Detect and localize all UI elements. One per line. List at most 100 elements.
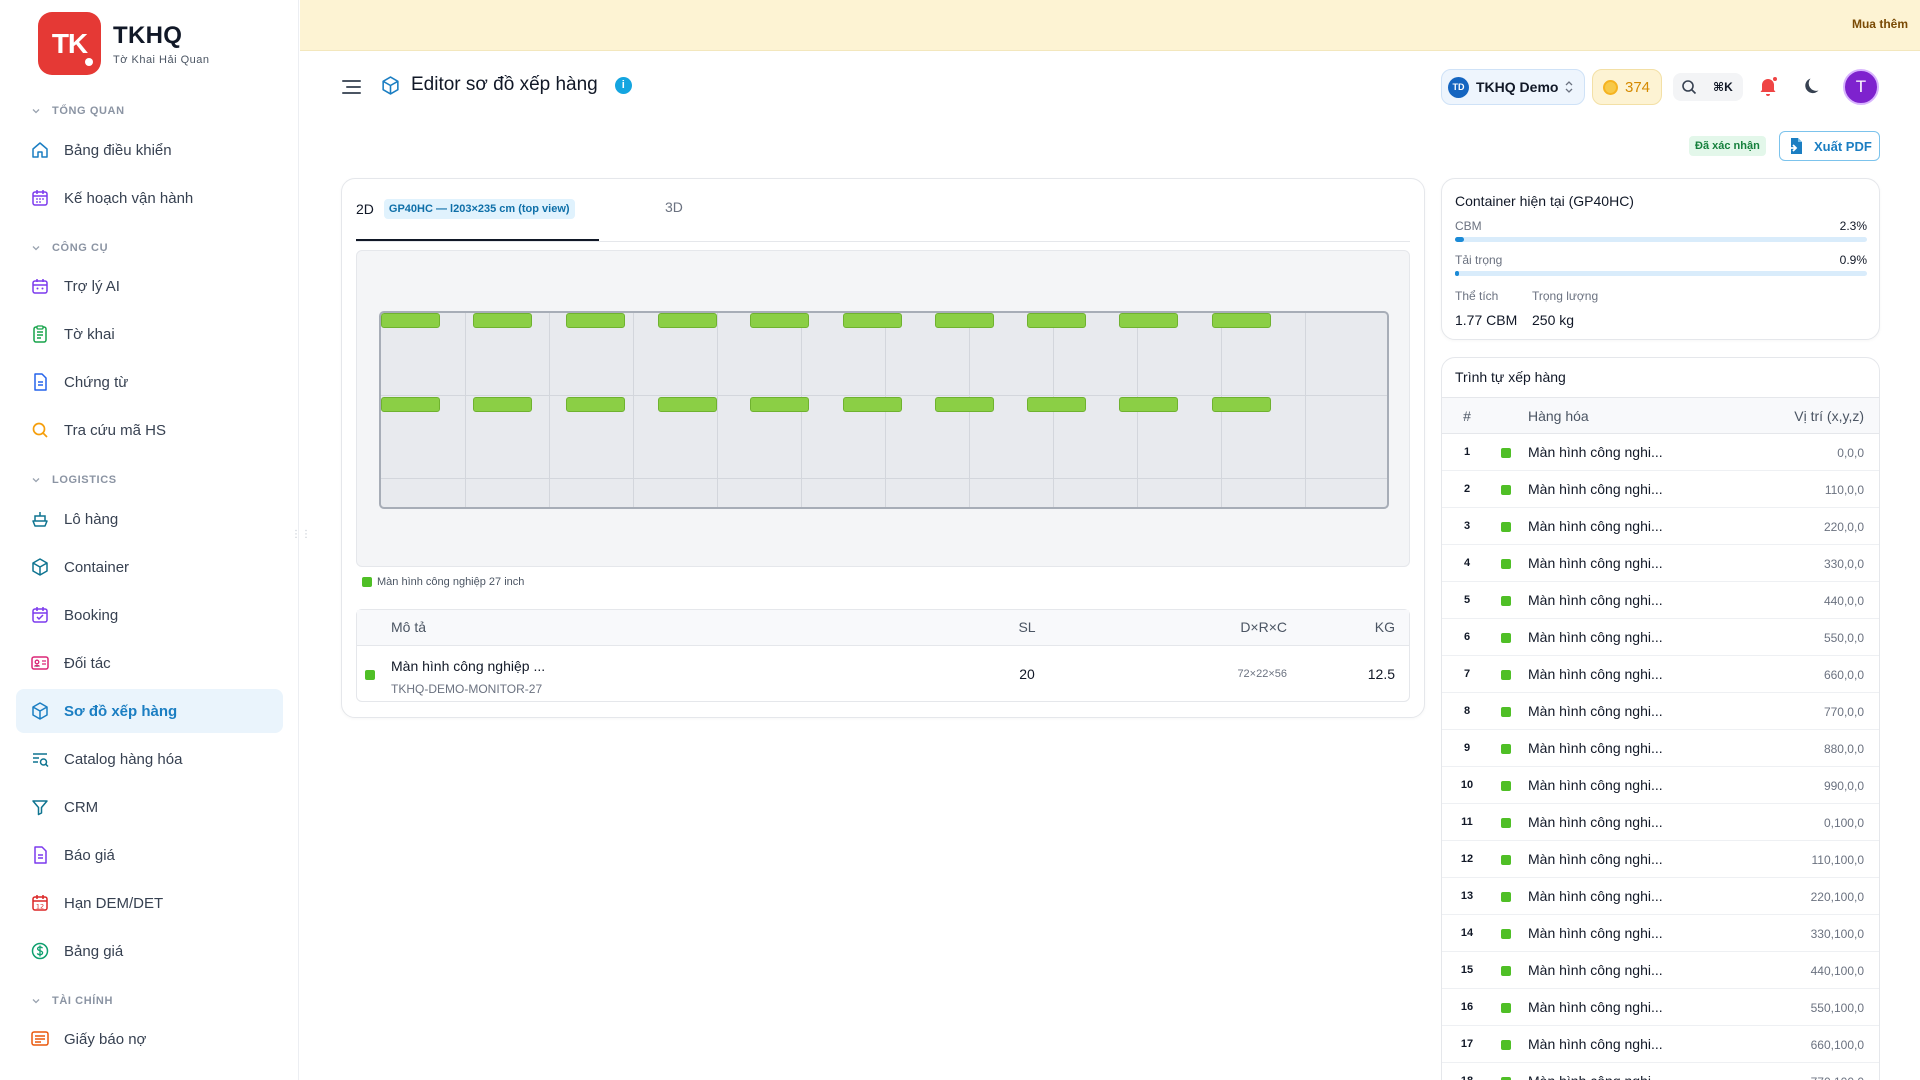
sequence-item-name: Màn hình công nghi...: [1528, 555, 1663, 571]
cargo-box[interactable]: [1027, 397, 1087, 412]
sequence-row[interactable]: 14 Màn hình công nghi... 330,100,0: [1442, 915, 1879, 952]
cargo-box[interactable]: [473, 313, 533, 328]
menu-toggle-icon[interactable]: [341, 78, 363, 96]
item-color-swatch: [1501, 855, 1511, 865]
sidebar-resize-handle[interactable]: ⋮⋮: [291, 530, 311, 548]
sidebar-item-booking[interactable]: Booking: [16, 593, 283, 637]
sidebar-item-crm[interactable]: CRM: [16, 785, 283, 829]
sequence-row[interactable]: 9 Màn hình công nghi... 880,0,0: [1442, 730, 1879, 767]
cargo-box[interactable]: [1027, 313, 1087, 328]
table-row[interactable]: Màn hình công nghiệp ... TKHQ-DEMO-MONIT…: [357, 646, 1409, 703]
col-position: Vị trí (x,y,z): [1794, 408, 1864, 424]
weight-stat: Trọng lượng 250 kg: [1532, 289, 1598, 328]
buy-more-link[interactable]: Mua thêm: [1852, 17, 1908, 31]
cargo-box[interactable]: [934, 397, 994, 412]
tab-2d[interactable]: 2D GP40HC — l203×235 cm (top view): [356, 199, 575, 219]
sidebar-item-documents[interactable]: Chứng từ: [16, 360, 283, 404]
item-color-swatch: [1501, 596, 1511, 606]
cargo-box[interactable]: [381, 313, 440, 328]
bell-icon[interactable]: [1757, 75, 1779, 97]
section-tai-chinh[interactable]: TÀI CHÍNH: [30, 995, 113, 1007]
sequence-row[interactable]: 12 Màn hình công nghi... 110,100,0: [1442, 841, 1879, 878]
sequence-row[interactable]: 16 Màn hình công nghi... 550,100,0: [1442, 989, 1879, 1026]
section-cong-cu[interactable]: CÔNG CỤ: [30, 242, 108, 254]
brand[interactable]: TK TKHQ Tờ Khai Hải Quan: [38, 12, 210, 75]
section-tong-quan[interactable]: TỔNG QUAN: [30, 105, 125, 117]
col-dims: D×R×C: [1240, 619, 1287, 635]
sequence-row[interactable]: 2 Màn hình công nghi... 110,0,0: [1442, 471, 1879, 508]
cargo-box[interactable]: [1211, 397, 1271, 412]
cargo-box[interactable]: [1211, 313, 1271, 328]
sidebar-item-price-list[interactable]: Bảng giá: [16, 929, 283, 973]
sequence-position: 220,0,0: [1823, 520, 1864, 534]
user-avatar[interactable]: T: [1843, 69, 1879, 105]
layout-canvas[interactable]: [356, 250, 1410, 567]
sequence-row[interactable]: 8 Màn hình công nghi... 770,0,0: [1442, 693, 1879, 730]
cargo-box[interactable]: [1119, 397, 1179, 412]
sidebar-item-partners[interactable]: Đối tác: [16, 641, 283, 685]
sequence-number: 13: [1460, 890, 1474, 902]
loading-sequence-card: Trình tự xếp hàng # Hàng hóa Vị trí (x,y…: [1441, 357, 1880, 1080]
cargo-box[interactable]: [565, 397, 625, 412]
sequence-row[interactable]: 17 Màn hình công nghi... 660,100,0: [1442, 1026, 1879, 1063]
sequence-position: 770,100,0: [1811, 1075, 1864, 1080]
sequence-row[interactable]: 10 Màn hình công nghi... 990,0,0: [1442, 767, 1879, 804]
sidebar-item-declaration[interactable]: Tờ khai: [16, 312, 283, 356]
sequence-position: 550,100,0: [1810, 1001, 1864, 1015]
cargo-box[interactable]: [842, 313, 902, 328]
sidebar-item-hs-lookup[interactable]: Tra cứu mã HS: [16, 408, 283, 452]
item-sku: TKHQ-DEMO-MONITOR-27: [391, 682, 543, 696]
tab-3d[interactable]: 3D: [665, 199, 683, 215]
sidebar-item-label: Hạn DEM/DET: [64, 894, 164, 912]
export-pdf-button[interactable]: Xuất PDF: [1779, 131, 1880, 161]
sidebar-item-debit-note[interactable]: Giấy báo nợ: [16, 1017, 283, 1061]
sidebar-item-shipments[interactable]: Lô hàng: [16, 497, 283, 541]
cargo-box[interactable]: [750, 313, 810, 328]
sidebar-item-ai-assistant[interactable]: Trợ lý AI: [16, 264, 283, 308]
search-button[interactable]: ⌘K: [1673, 73, 1743, 101]
box-icon: [382, 75, 399, 95]
sequence-row[interactable]: 5 Màn hình công nghi... 440,0,0: [1442, 582, 1879, 619]
moon-icon[interactable]: [1803, 75, 1825, 97]
cargo-box[interactable]: [381, 397, 440, 412]
cargo-box[interactable]: [473, 397, 533, 412]
coin-balance[interactable]: 374: [1592, 69, 1662, 105]
info-icon[interactable]: i: [614, 76, 632, 94]
sequence-row[interactable]: 13 Màn hình công nghi... 220,100,0: [1442, 878, 1879, 915]
section-logistics[interactable]: LOGISTICS: [30, 474, 117, 486]
volume-stat: Thể tích 1.77 CBM: [1455, 289, 1517, 328]
cargo-box[interactable]: [842, 397, 902, 412]
weight-label: Trọng lượng: [1532, 289, 1599, 303]
account-switcher[interactable]: TD TKHQ Demo: [1441, 69, 1585, 105]
sidebar-item-label: Container: [64, 558, 130, 576]
sidebar-item-label: Lô hàng: [64, 510, 119, 528]
cargo-box[interactable]: [934, 313, 994, 328]
sequence-row[interactable]: 6 Màn hình công nghi... 550,0,0: [1442, 619, 1879, 656]
cargo-box[interactable]: [657, 313, 717, 328]
sidebar-item-operations-plan[interactable]: Kế hoạch vận hành: [16, 176, 283, 220]
sidebar-item-dashboard[interactable]: Bảng điều khiển: [16, 128, 283, 172]
load-label: Tải trọng: [1455, 253, 1503, 267]
sequence-row[interactable]: 3 Màn hình công nghi... 220,0,0: [1442, 508, 1879, 545]
chevron-up-down-icon: [1565, 81, 1573, 93]
cargo-box[interactable]: [1119, 313, 1179, 328]
sidebar-item-container[interactable]: Container: [16, 545, 283, 589]
sequence-row[interactable]: 18 Màn hình công nghi... 770,100,0: [1442, 1063, 1879, 1080]
sequence-row[interactable]: 15 Màn hình công nghi... 440,100,0: [1442, 952, 1879, 989]
sidebar-item-loading-plan[interactable]: Sơ đồ xếp hàng: [16, 689, 283, 733]
sequence-item-name: Màn hình công nghi...: [1528, 851, 1663, 867]
item-color-swatch: [1501, 448, 1511, 458]
sidebar-item-quotes[interactable]: Báo giá: [16, 833, 283, 877]
home-icon: [29, 139, 51, 161]
sequence-row[interactable]: 7 Màn hình công nghi... 660,0,0: [1442, 656, 1879, 693]
cargo-box[interactable]: [750, 397, 810, 412]
container-top-view[interactable]: [379, 311, 1389, 509]
sidebar-item-dem-det[interactable]: 12 Hạn DEM/DET: [16, 881, 283, 925]
sequence-row[interactable]: 11 Màn hình công nghi... 0,100,0: [1442, 804, 1879, 841]
coin-count: 374: [1625, 78, 1651, 96]
sidebar-item-catalog[interactable]: Catalog hàng hóa: [16, 737, 283, 781]
cargo-box[interactable]: [565, 313, 625, 328]
sequence-row[interactable]: 4 Màn hình công nghi... 330,0,0: [1442, 545, 1879, 582]
sequence-row[interactable]: 1 Màn hình công nghi... 0,0,0: [1442, 434, 1879, 471]
cargo-box[interactable]: [657, 397, 717, 412]
